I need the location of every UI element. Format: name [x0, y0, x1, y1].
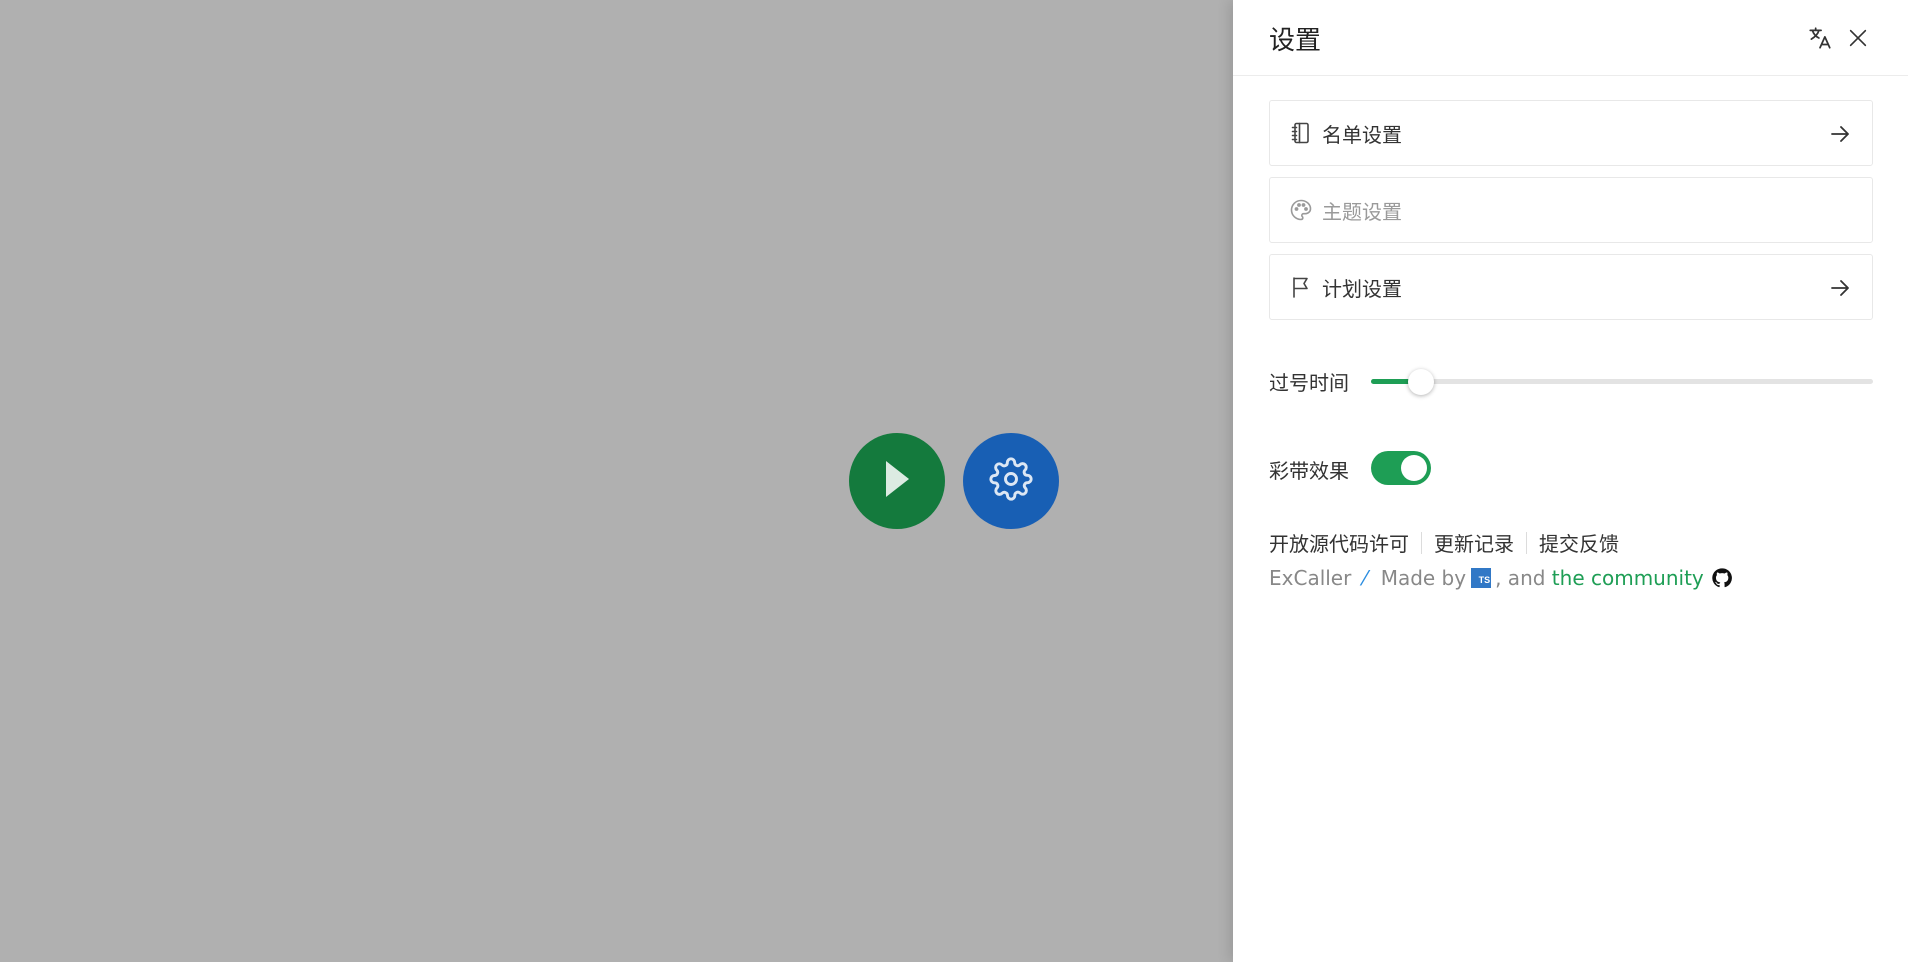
- magic-wand-icon: ⁄: [1363, 566, 1367, 590]
- gear-icon: [989, 457, 1033, 505]
- menu-schedule-settings[interactable]: 计划设置: [1269, 254, 1873, 320]
- palette-icon: [1288, 197, 1314, 223]
- notebook-icon: [1288, 120, 1314, 146]
- confetti-label: 彩带效果: [1269, 459, 1349, 483]
- play-icon: [882, 459, 912, 503]
- close-icon[interactable]: [1842, 22, 1874, 54]
- play-button[interactable]: [849, 433, 945, 529]
- arrow-right-icon: [1826, 274, 1854, 302]
- link-divider: [1526, 531, 1527, 554]
- app-name: ExCaller: [1269, 566, 1352, 590]
- slider-track: [1371, 379, 1873, 384]
- menu-label: 计划设置: [1322, 276, 1402, 301]
- github-icon[interactable]: [1710, 566, 1734, 590]
- skip-time-label: 过号时间: [1269, 371, 1349, 395]
- feedback-link[interactable]: 提交反馈: [1539, 528, 1619, 557]
- arrow-right-icon: [1826, 120, 1854, 148]
- drawer-title: 设置: [1269, 26, 1322, 56]
- settings-drawer: 设置 名单设置 主题设置 计划设置 过号时间 彩带效果 开放源代码许可 更新记录…: [1233, 0, 1908, 962]
- drawer-header: 设置: [1233, 0, 1908, 76]
- menu-label: 主题设置: [1322, 199, 1402, 224]
- typescript-icon: TS: [1471, 568, 1492, 588]
- confetti-toggle[interactable]: [1371, 451, 1431, 485]
- changelog-link[interactable]: 更新记录: [1434, 528, 1514, 557]
- skip-time-slider[interactable]: [1371, 369, 1873, 395]
- credits-line: ExCaller ⁄ Made by TS , and the communit…: [1269, 566, 1734, 590]
- community-link[interactable]: the community: [1552, 566, 1704, 590]
- menu-theme-settings[interactable]: 主题设置: [1269, 177, 1873, 243]
- made-by-text: Made by: [1380, 566, 1467, 590]
- settings-button[interactable]: [963, 433, 1059, 529]
- open-source-license-link[interactable]: 开放源代码许可: [1269, 528, 1409, 557]
- translate-icon[interactable]: [1804, 22, 1836, 54]
- footer-links: 开放源代码许可 更新记录 提交反馈: [1269, 528, 1619, 557]
- menu-label: 名单设置: [1322, 122, 1402, 147]
- slider-thumb[interactable]: [1408, 369, 1435, 395]
- menu-roster-settings[interactable]: 名单设置: [1269, 100, 1873, 166]
- flag-icon: [1288, 274, 1314, 300]
- link-divider: [1421, 531, 1422, 554]
- toggle-knob: [1401, 455, 1427, 481]
- and-text: , and: [1495, 566, 1546, 590]
